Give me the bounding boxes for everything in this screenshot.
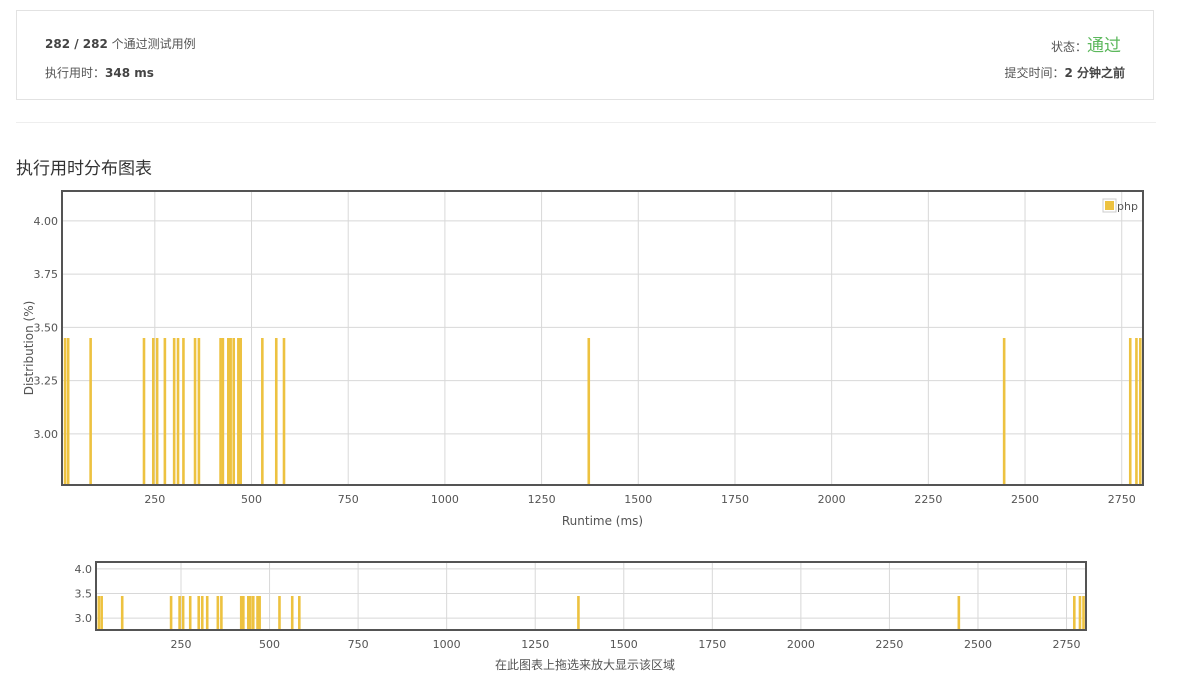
x-tick-label: 500 [259, 638, 280, 651]
bar[interactable] [1082, 596, 1085, 630]
bar[interactable] [239, 338, 242, 485]
x-tick-label: 2250 [914, 493, 942, 506]
bar[interactable] [249, 596, 252, 630]
overview-chart[interactable]: 250 500 750 1000 1250 1500 1750 2000 2250 2500 275… [75, 561, 1087, 672]
bar[interactable] [957, 596, 961, 630]
bar[interactable] [200, 596, 204, 630]
bar[interactable] [176, 338, 180, 485]
x-tick-label: 1250 [528, 493, 556, 506]
y-tick-label: 3.50 [34, 321, 59, 334]
bar[interactable] [151, 338, 155, 485]
main-y-tick-labels: 3.00 3.25 3.50 3.75 4.00 [34, 215, 59, 441]
bar[interactable] [66, 338, 70, 485]
bar[interactable] [100, 596, 103, 630]
x-tick-label: 2000 [818, 493, 846, 506]
y-tick-label: 3.0 [75, 612, 93, 625]
overview-bars [97, 596, 1085, 630]
bar[interactable] [89, 338, 92, 485]
bar[interactable] [237, 338, 240, 485]
bar[interactable] [229, 338, 232, 485]
bar[interactable] [197, 338, 201, 485]
bar[interactable] [298, 596, 301, 630]
bar[interactable] [242, 596, 245, 630]
overview-x-tick-labels: 250 500 750 1000 1250 1500 1750 2000 2250 2500 275… [171, 638, 1081, 651]
x-tick-label: 2000 [787, 638, 815, 651]
overview-zoom-hint: 在此图表上拖选来放大显示该区域 [495, 657, 675, 672]
y-axis-title: Distribution (%) [22, 301, 36, 396]
bar[interactable] [1138, 338, 1142, 485]
bar[interactable] [197, 596, 201, 630]
bar[interactable] [172, 338, 176, 485]
bar[interactable] [219, 338, 222, 485]
x-tick-label: 1000 [433, 638, 461, 651]
bar[interactable] [258, 596, 261, 630]
overview-y-tick-labels: 3.0 3.5 4.0 [75, 563, 93, 625]
bar[interactable] [251, 596, 255, 630]
bar[interactable] [181, 596, 185, 630]
bar[interactable] [274, 338, 278, 485]
x-tick-label: 1750 [721, 493, 749, 506]
bar[interactable] [169, 596, 173, 630]
bar[interactable] [182, 338, 185, 485]
x-tick-label: 250 [144, 493, 165, 506]
bar[interactable] [278, 596, 281, 630]
x-tick-label: 2750 [1108, 493, 1136, 506]
x-tick-label: 750 [348, 638, 369, 651]
bar[interactable] [142, 338, 146, 485]
bar[interactable] [163, 338, 167, 485]
legend-label: php [1117, 200, 1138, 213]
x-axis-title: Runtime (ms) [562, 514, 643, 528]
main-bars [63, 338, 1142, 485]
bar[interactable] [1002, 338, 1006, 485]
bar[interactable] [63, 338, 67, 485]
bar[interactable] [120, 596, 124, 630]
bar[interactable] [261, 338, 264, 485]
bar[interactable] [220, 596, 223, 630]
bar[interactable] [178, 596, 181, 630]
x-tick-label: 1750 [698, 638, 726, 651]
bar[interactable] [1135, 338, 1138, 485]
bar[interactable] [1078, 596, 1082, 630]
x-tick-label: 2750 [1053, 638, 1081, 651]
legend-swatch [1105, 201, 1114, 210]
y-tick-label: 4.0 [75, 563, 93, 576]
x-tick-label: 2500 [1011, 493, 1039, 506]
x-tick-label: 2500 [964, 638, 992, 651]
y-tick-label: 3.00 [34, 428, 59, 441]
bar[interactable] [1128, 338, 1132, 485]
bar[interactable] [282, 338, 286, 485]
bar[interactable] [97, 596, 101, 630]
x-tick-label: 500 [241, 493, 262, 506]
x-tick-label: 1250 [521, 638, 549, 651]
y-tick-label: 4.00 [34, 215, 59, 228]
x-tick-label: 2250 [875, 638, 903, 651]
runtime-distribution-charts: 250 500 750 1000 1250 1500 1750 2000 2250 2500 275… [22, 190, 1144, 672]
x-tick-label: 750 [338, 493, 359, 506]
legend: php [1102, 198, 1138, 213]
bar[interactable] [155, 338, 159, 485]
y-tick-label: 3.5 [75, 588, 93, 601]
x-tick-label: 1500 [624, 493, 652, 506]
bar[interactable] [193, 338, 197, 485]
y-tick-label: 3.25 [34, 375, 59, 388]
y-tick-label: 3.75 [34, 268, 59, 281]
x-tick-label: 250 [171, 638, 192, 651]
main-x-tick-labels: 250 500 750 1000 1250 1500 1750 2000 2250 2500 275… [144, 493, 1135, 506]
x-tick-label: 1500 [610, 638, 638, 651]
bar[interactable] [577, 596, 580, 630]
bar[interactable] [290, 596, 294, 630]
bar[interactable] [1073, 596, 1076, 630]
bar[interactable] [587, 338, 591, 485]
bar[interactable] [227, 338, 230, 485]
bar[interactable] [232, 338, 236, 485]
bar[interactable] [205, 596, 209, 630]
x-tick-label: 1000 [431, 493, 459, 506]
main-chart[interactable]: 250 500 750 1000 1250 1500 1750 2000 2250 2500 275… [22, 190, 1144, 528]
bar[interactable] [221, 338, 225, 485]
bar[interactable] [216, 596, 220, 630]
bar[interactable] [188, 596, 192, 630]
